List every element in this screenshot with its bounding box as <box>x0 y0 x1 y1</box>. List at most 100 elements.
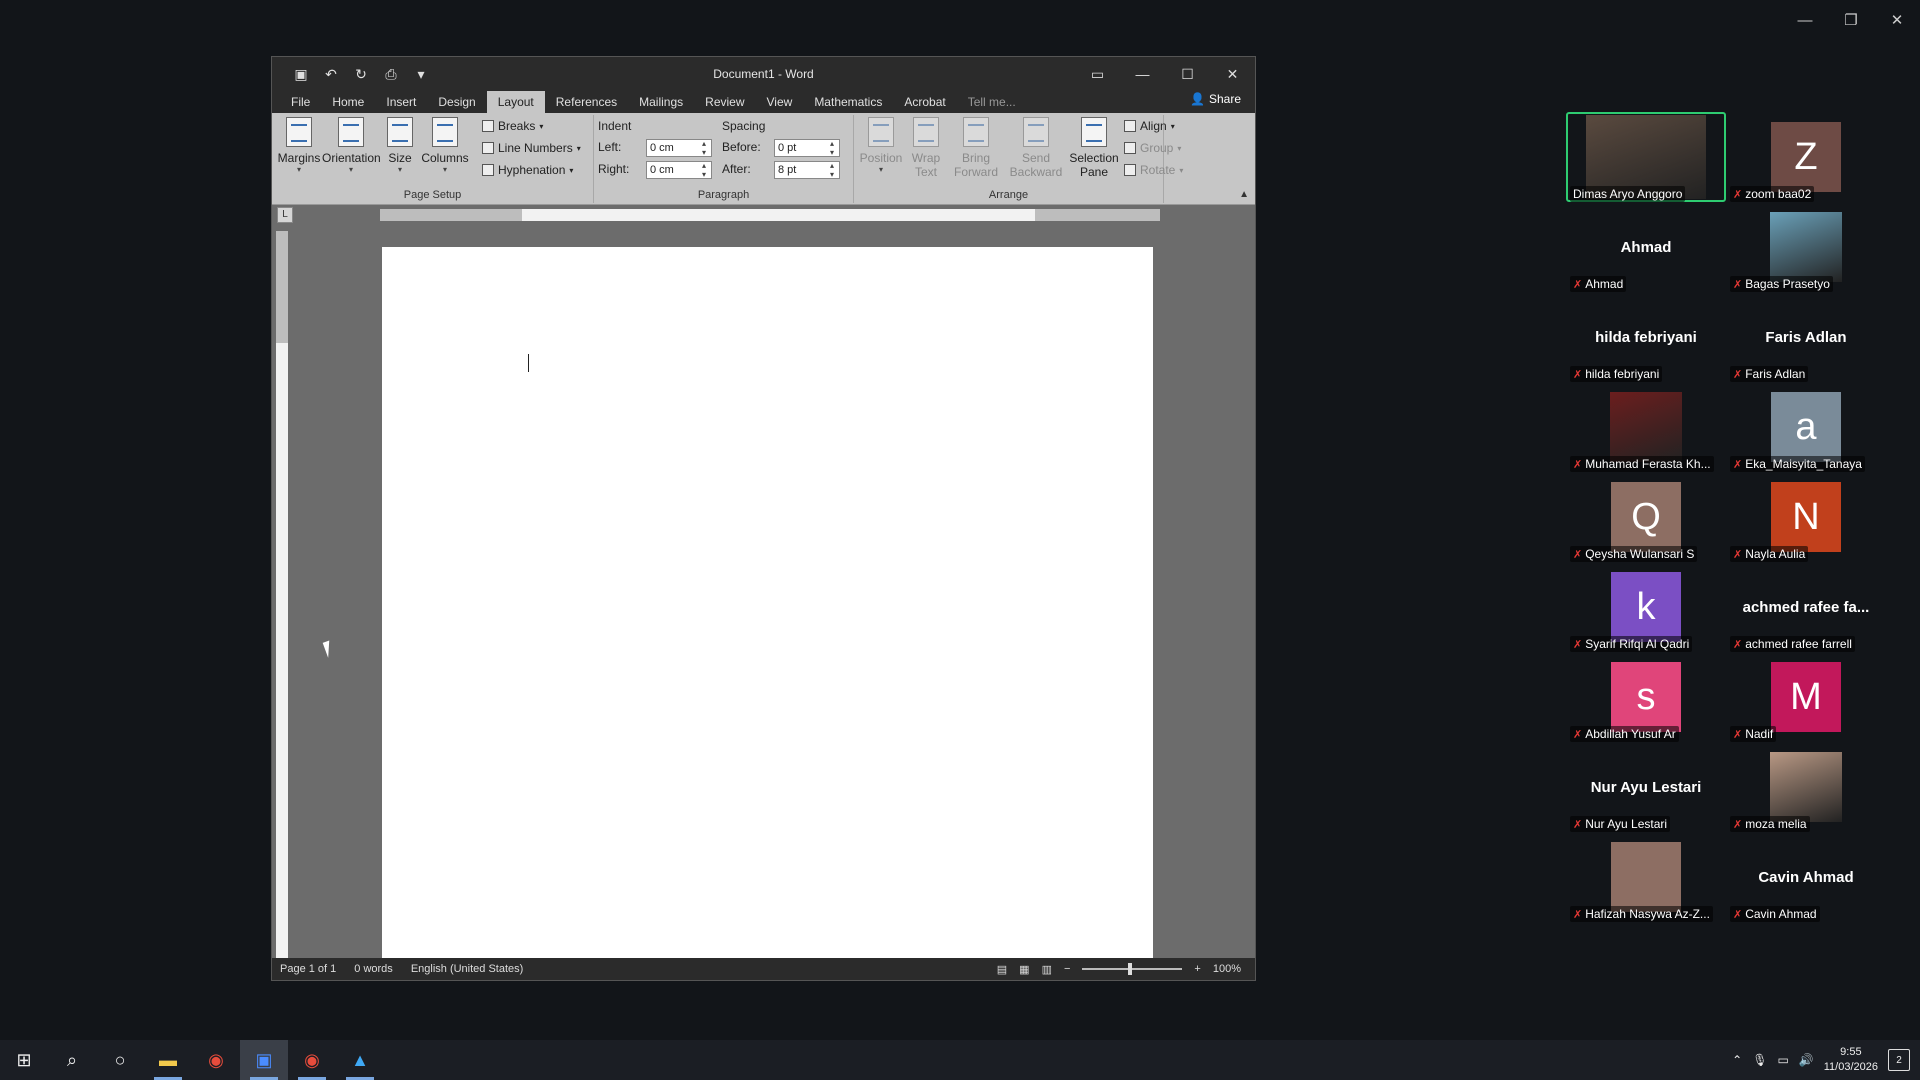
participant-tile[interactable]: Z ✗ zoom baa02 <box>1726 112 1886 202</box>
notification-icon[interactable]: 2 <box>1888 1049 1910 1071</box>
zoom-app-icon[interactable]: ▣ <box>240 1040 288 1080</box>
language[interactable]: English (United States) <box>411 963 524 975</box>
tab-file[interactable]: File <box>280 91 321 113</box>
tab-mailings[interactable]: Mailings <box>628 91 694 113</box>
size-button[interactable]: Size ▾ <box>382 117 418 174</box>
participant-tile[interactable]: s ✗ Abdillah Yusuf Ar <box>1566 652 1726 742</box>
close-button[interactable]: ✕ <box>1874 0 1920 40</box>
participant-tile[interactable]: ✗ moza melia <box>1726 742 1886 832</box>
chrome-icon[interactable]: ◉ <box>192 1040 240 1080</box>
task-view-icon[interactable]: ○ <box>96 1040 144 1080</box>
orientation-button[interactable]: Orientation ▾ <box>322 117 381 174</box>
clock[interactable]: 9:55 11/03/2026 <box>1824 1045 1878 1075</box>
wrap-text-button[interactable]: Wrap Text <box>906 117 946 179</box>
participant-tile[interactable]: Faris Adlan ✗ Faris Adlan <box>1726 292 1886 382</box>
selection-pane-button[interactable]: Selection Pane <box>1068 117 1120 179</box>
participant-caption: ✗ zoom baa02 <box>1730 186 1815 202</box>
restore-button[interactable]: ❐ <box>1828 0 1874 40</box>
breaks-button[interactable]: Breaks ▾ <box>482 119 543 133</box>
participant-tile[interactable]: Cavin Ahmad ✗ Cavin Ahmad <box>1726 832 1886 922</box>
hyphenation-button[interactable]: Hyphenation ▾ <box>482 163 573 177</box>
tab-insert[interactable]: Insert <box>375 91 427 113</box>
indent-left-input[interactable]: 0 cm <box>646 139 712 157</box>
read-mode-icon[interactable]: ▤ <box>997 963 1007 976</box>
windows-start-icon[interactable]: ⊞ <box>0 1040 48 1080</box>
word-minimize-button[interactable]: — <box>1120 57 1165 91</box>
redo-icon[interactable]: ↻ <box>350 63 372 85</box>
save-icon[interactable]: ▣ <box>290 63 312 85</box>
network-icon[interactable]: ▭ <box>1777 1053 1788 1067</box>
group-button[interactable]: Group ▾ <box>1124 141 1181 155</box>
chevron-up-icon[interactable]: ⌃ <box>1732 1053 1742 1067</box>
muted-mic-icon: ✗ <box>1733 458 1743 471</box>
chevron-down-icon: ▾ <box>442 165 447 174</box>
word-count[interactable]: 0 words <box>354 963 393 975</box>
undo-icon[interactable]: ↶ <box>320 63 342 85</box>
avatar: s <box>1611 662 1681 732</box>
participant-tile[interactable]: Nur Ayu Lestari ✗ Nur Ayu Lestari <box>1566 742 1726 832</box>
page-count[interactable]: Page 1 of 1 <box>280 963 336 975</box>
send-backward-button[interactable]: Send Backward <box>1006 117 1066 179</box>
columns-button[interactable]: Columns ▾ <box>420 117 470 174</box>
tab-acrobat[interactable]: Acrobat <box>893 91 956 113</box>
chrome-profile-icon[interactable]: ◉ <box>288 1040 336 1080</box>
muted-mic-icon: ✗ <box>1573 818 1583 831</box>
file-explorer-icon[interactable]: ▬ <box>144 1040 192 1080</box>
zoom-in-icon[interactable]: + <box>1194 963 1200 975</box>
participant-tile[interactable]: achmed rafee fa... ✗ achmed rafee farrell <box>1726 562 1886 652</box>
print-preview-icon[interactable]: ⎙ <box>380 63 402 85</box>
customize-icon[interactable]: ▾ <box>410 63 432 85</box>
tab-layout[interactable]: Layout <box>486 91 545 113</box>
wrap-text-label-2: Text <box>914 165 937 179</box>
margins-button[interactable]: Margins ▾ <box>276 117 322 174</box>
zoom-thumb[interactable] <box>1128 963 1133 975</box>
minimize-button[interactable]: — <box>1782 0 1828 40</box>
tab-references[interactable]: References <box>545 91 628 113</box>
participant-tile[interactable]: Dimas Aryo Anggoro <box>1566 112 1726 202</box>
zoom-out-icon[interactable]: − <box>1064 963 1070 975</box>
print-layout-icon[interactable]: ▦ <box>1019 963 1029 976</box>
tab-review[interactable]: Review <box>694 91 755 113</box>
microphone-icon[interactable]: 🎙 <box>1752 1053 1767 1067</box>
collapse-ribbon-icon[interactable]: ▲ <box>1239 189 1249 200</box>
document-page[interactable] <box>382 247 1153 959</box>
participant-tile[interactable]: Ahmad ✗ Ahmad <box>1566 202 1726 292</box>
align-button[interactable]: Align ▾ <box>1124 119 1175 133</box>
arrange-label: Arrange <box>988 189 1029 201</box>
tab-view[interactable]: View <box>756 91 804 113</box>
participant-tile[interactable]: ✗ Bagas Prasetyo <box>1726 202 1886 292</box>
rotate-button[interactable]: Rotate ▾ <box>1124 163 1183 177</box>
bring-forward-button[interactable]: Bring Forward <box>948 117 1004 179</box>
muted-mic-icon: ✗ <box>1573 908 1583 921</box>
tab-mathematics[interactable]: Mathematics <box>803 91 893 113</box>
web-layout-icon[interactable]: ▥ <box>1042 963 1052 976</box>
participant-photo <box>1770 752 1842 822</box>
ribbon-display-options-icon[interactable]: ▭ <box>1075 57 1120 91</box>
share-button[interactable]: 👤 Share <box>1190 92 1241 106</box>
participant-tile[interactable]: ✗ Muhamad Ferasta Kh... <box>1566 382 1726 472</box>
participant-tile[interactable]: N ✗ Nayla Aulia <box>1726 472 1886 562</box>
tell-me-search[interactable]: Tell me... <box>957 91 1027 113</box>
zoom-level[interactable]: 100% <box>1213 963 1241 975</box>
participant-tile[interactable]: hilda febriyani ✗ hilda febriyani <box>1566 292 1726 382</box>
spacing-after-input[interactable]: 8 pt <box>774 161 840 179</box>
tab-home[interactable]: Home <box>321 91 375 113</box>
participant-tile[interactable]: k ✗ Syarif Rifqi Al Qadri <box>1566 562 1726 652</box>
tab-selector[interactable]: L <box>277 207 293 223</box>
participant-tile[interactable]: ✗ Hafizah Nasywa Az-Z... <box>1566 832 1726 922</box>
word-maximize-button[interactable]: ☐ <box>1165 57 1210 91</box>
tab-design[interactable]: Design <box>427 91 486 113</box>
volume-icon[interactable]: 🔊 <box>1799 1053 1814 1067</box>
participant-tile[interactable]: Q ✗ Qeysha Wulansari S <box>1566 472 1726 562</box>
participant-tile[interactable]: M ✗ Nadif <box>1726 652 1886 742</box>
participant-tile[interactable]: a ✗ Eka_Maisyita_Tanaya <box>1726 382 1886 472</box>
word-close-button[interactable]: ✕ <box>1210 57 1255 91</box>
search-icon[interactable]: ⌕ <box>48 1040 96 1080</box>
position-button[interactable]: Position ▾ <box>858 117 904 174</box>
indent-right-input[interactable]: 0 cm <box>646 161 712 179</box>
spacing-before-input[interactable]: 0 pt <box>774 139 840 157</box>
participant-display-name: Nur Ayu Lestari <box>1590 778 1702 796</box>
zoom-slider[interactable] <box>1082 963 1183 975</box>
line-numbers-button[interactable]: Line Numbers ▾ <box>482 141 581 155</box>
photos-app-icon[interactable]: ▲ <box>336 1040 384 1080</box>
